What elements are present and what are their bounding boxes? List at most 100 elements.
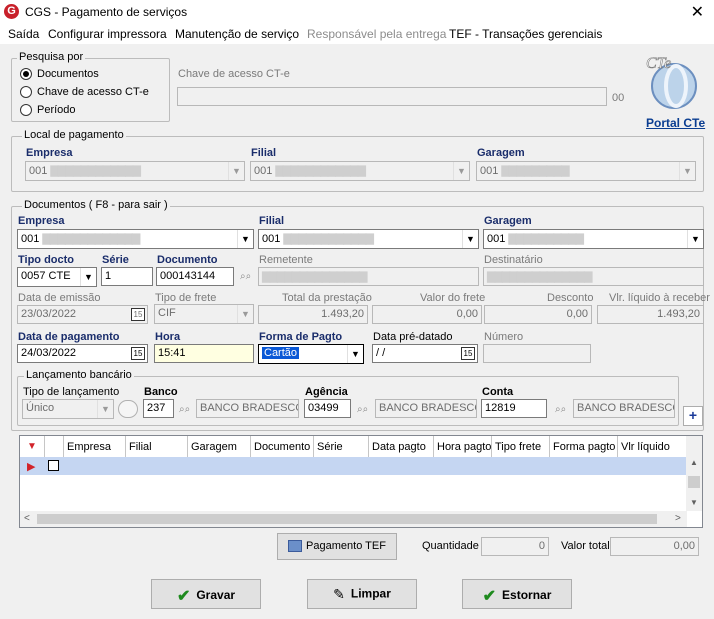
menu-tef[interactable]: TEF - Transações gerenciais xyxy=(449,27,602,41)
grid-col-garagem[interactable]: Garagem xyxy=(188,436,251,457)
grid-col-serie[interactable]: Série xyxy=(314,436,369,457)
doc-empresa-label: Empresa xyxy=(18,215,65,227)
lancamento-option-icon[interactable] xyxy=(118,400,138,418)
local-pagamento-legend: Local de pagamento xyxy=(22,129,126,141)
banco-search-icon[interactable]: ⌕⌕ xyxy=(179,404,190,415)
tipo-frete-label: Tipo de frete xyxy=(155,292,217,304)
scroll-up-icon[interactable]: ▲ xyxy=(690,458,698,467)
scroll-right-icon[interactable]: > xyxy=(675,513,681,524)
calendar-icon[interactable]: 15 xyxy=(131,308,145,321)
documento-search-icon[interactable]: ⌕⌕ xyxy=(240,271,251,282)
hora-input[interactable]: 15:41 xyxy=(154,344,254,363)
grid-check-col xyxy=(45,436,64,457)
add-lancamento-button[interactable]: + xyxy=(683,406,703,426)
data-emissao-input: 23/03/2022 15 xyxy=(17,305,148,324)
lancamento-legend: Lançamento bancário xyxy=(24,369,134,381)
hora-label: Hora xyxy=(155,331,181,343)
portal-cte-link[interactable]: Portal CTe xyxy=(646,116,705,130)
grid-menu-icon[interactable]: ▼ xyxy=(20,436,45,457)
local-garagem-combo: 001 ▇▇▇▇▇▇▇▇▇ ▼ xyxy=(476,161,696,181)
valor-total-label: Valor total xyxy=(561,540,610,552)
conta-name-input: BANCO BRADESCO xyxy=(573,399,675,418)
valor-frete-label: Valor do frete xyxy=(420,292,486,304)
menu-saida[interactable]: Saída xyxy=(8,27,39,41)
menu-responsavel-entrega: Responsável pela entrega xyxy=(307,27,447,41)
chave-label: Chave de acesso CT-e xyxy=(178,68,290,80)
serie-label: Série xyxy=(102,254,129,266)
grid-horizontal-scrollbar[interactable]: < > xyxy=(20,511,687,527)
close-icon[interactable]: ✕ xyxy=(691,2,704,22)
conta-code-input[interactable]: 12819 xyxy=(481,399,547,418)
banco-code-input[interactable]: 237 xyxy=(143,399,174,418)
conta-label: Conta xyxy=(482,386,514,398)
radio-chave-label: Chave de acesso CT-e xyxy=(37,86,149,98)
numero-label: Número xyxy=(484,331,524,343)
grid-col-documento[interactable]: Documento xyxy=(251,436,314,457)
serie-input[interactable]: 1 xyxy=(101,267,153,286)
liquido-input: 1.493,20 xyxy=(597,305,704,324)
total-prestacao-input: 1.493,20 xyxy=(258,305,368,324)
pesquisa-legend: Pesquisa por xyxy=(17,51,86,63)
radio-periodo-label: Período xyxy=(37,104,76,116)
scroll-thumb[interactable] xyxy=(688,476,700,488)
tipo-lancamento-label: Tipo de lançamento xyxy=(23,386,120,398)
destinatario-input: ▇▇▇▇▇▇▇▇▇▇▇▇▇▇ xyxy=(483,267,704,286)
grid-vertical-scrollbar[interactable]: ▲ ▼ xyxy=(686,436,702,511)
agencia-name-input: BANCO BRADESCO xyxy=(375,399,477,418)
data-predatado-label: Data pré-datado xyxy=(373,331,453,343)
tipo-docto-combo[interactable]: 0057 CTE ▼ xyxy=(17,267,97,287)
data-predatado-input[interactable]: / /15 xyxy=(372,344,478,363)
window-title: CGS - Pagamento de serviços xyxy=(25,5,188,19)
agencia-code-input[interactable]: 03499 xyxy=(304,399,351,418)
payments-grid: ▼ Empresa Filial Garagem Documento Série… xyxy=(19,435,703,528)
radio-periodo[interactable] xyxy=(20,104,32,116)
menu-configurar-impressora[interactable]: Configurar impressora xyxy=(48,27,167,41)
cte-logo-icon: CTe xyxy=(640,50,704,112)
check-icon: ✔ xyxy=(482,588,497,605)
local-empresa-label: Empresa xyxy=(26,147,73,159)
table-row[interactable]: ▶ xyxy=(20,457,687,475)
calendar-icon[interactable]: 15 xyxy=(131,347,145,360)
documento-input[interactable]: 000143144 xyxy=(156,267,234,286)
grid-col-forma-pagto[interactable]: Forma pagto xyxy=(550,436,618,457)
scroll-left-icon[interactable]: < xyxy=(24,513,30,524)
grid-col-empresa[interactable]: Empresa xyxy=(64,436,126,457)
doc-garagem-combo[interactable]: 001 ▇▇▇▇▇▇▇▇▇▇ ▼ xyxy=(483,229,704,249)
local-empresa-combo: 001 ▇▇▇▇▇▇▇▇▇▇▇▇ ▼ xyxy=(25,161,245,181)
remetente-label: Remetente xyxy=(259,254,313,266)
grid-col-hora-pagto[interactable]: Hora pagto xyxy=(434,436,492,457)
hscroll-thumb[interactable] xyxy=(37,514,657,524)
menu-manutencao-servico[interactable]: Manutenção de serviço xyxy=(175,27,299,41)
radio-documentos[interactable] xyxy=(20,68,32,80)
pagamento-tef-button[interactable]: Pagamento TEF xyxy=(277,533,397,560)
radio-documentos-label: Documentos xyxy=(37,68,99,80)
app-icon: G xyxy=(4,4,19,19)
tipo-lancamento-combo: Único ▼ xyxy=(22,399,114,419)
forma-pagto-combo[interactable]: Cartão ▼ xyxy=(258,344,364,364)
grid-col-tipo-frete[interactable]: Tipo frete xyxy=(492,436,550,457)
grid-col-filial[interactable]: Filial xyxy=(126,436,188,457)
valor-frete-input: 0,00 xyxy=(372,305,482,324)
conta-search-icon[interactable]: ⌕⌕ xyxy=(555,404,566,415)
local-filial-combo: 001 ▇▇▇▇▇▇▇▇▇▇▇▇ ▼ xyxy=(250,161,470,181)
desconto-input: 0,00 xyxy=(484,305,592,324)
calendar-icon[interactable]: 15 xyxy=(461,347,475,360)
radio-chave[interactable] xyxy=(20,86,32,98)
grid-col-data-pagto[interactable]: Data pagto xyxy=(369,436,434,457)
documento-label: Documento xyxy=(157,254,218,266)
row-checkbox[interactable] xyxy=(48,460,59,471)
local-garagem-label: Garagem xyxy=(477,147,525,159)
agencia-search-icon[interactable]: ⌕⌕ xyxy=(357,404,368,415)
scroll-down-icon[interactable]: ▼ xyxy=(690,498,698,507)
estornar-button[interactable]: ✔ Estornar xyxy=(462,579,572,609)
check-icon: ✔ xyxy=(176,588,191,605)
doc-empresa-combo[interactable]: 001 ▇▇▇▇▇▇▇▇▇▇▇▇▇ ▼ xyxy=(17,229,254,249)
grid-col-vlr-liquido[interactable]: Vlr líquido xyxy=(618,436,687,457)
chave-input[interactable] xyxy=(177,87,607,106)
data-pagamento-input[interactable]: 24/03/2022 15 xyxy=(17,344,148,363)
data-emissao-label: Data de emissão xyxy=(18,292,101,304)
title-bar: G CGS - Pagamento de serviços ✕ xyxy=(0,0,714,24)
doc-filial-combo[interactable]: 001 ▇▇▇▇▇▇▇▇▇▇▇▇ ▼ xyxy=(258,229,479,249)
gravar-button[interactable]: ✔ Gravar xyxy=(151,579,261,609)
limpar-button[interactable]: ✎ Limpar xyxy=(307,579,417,609)
